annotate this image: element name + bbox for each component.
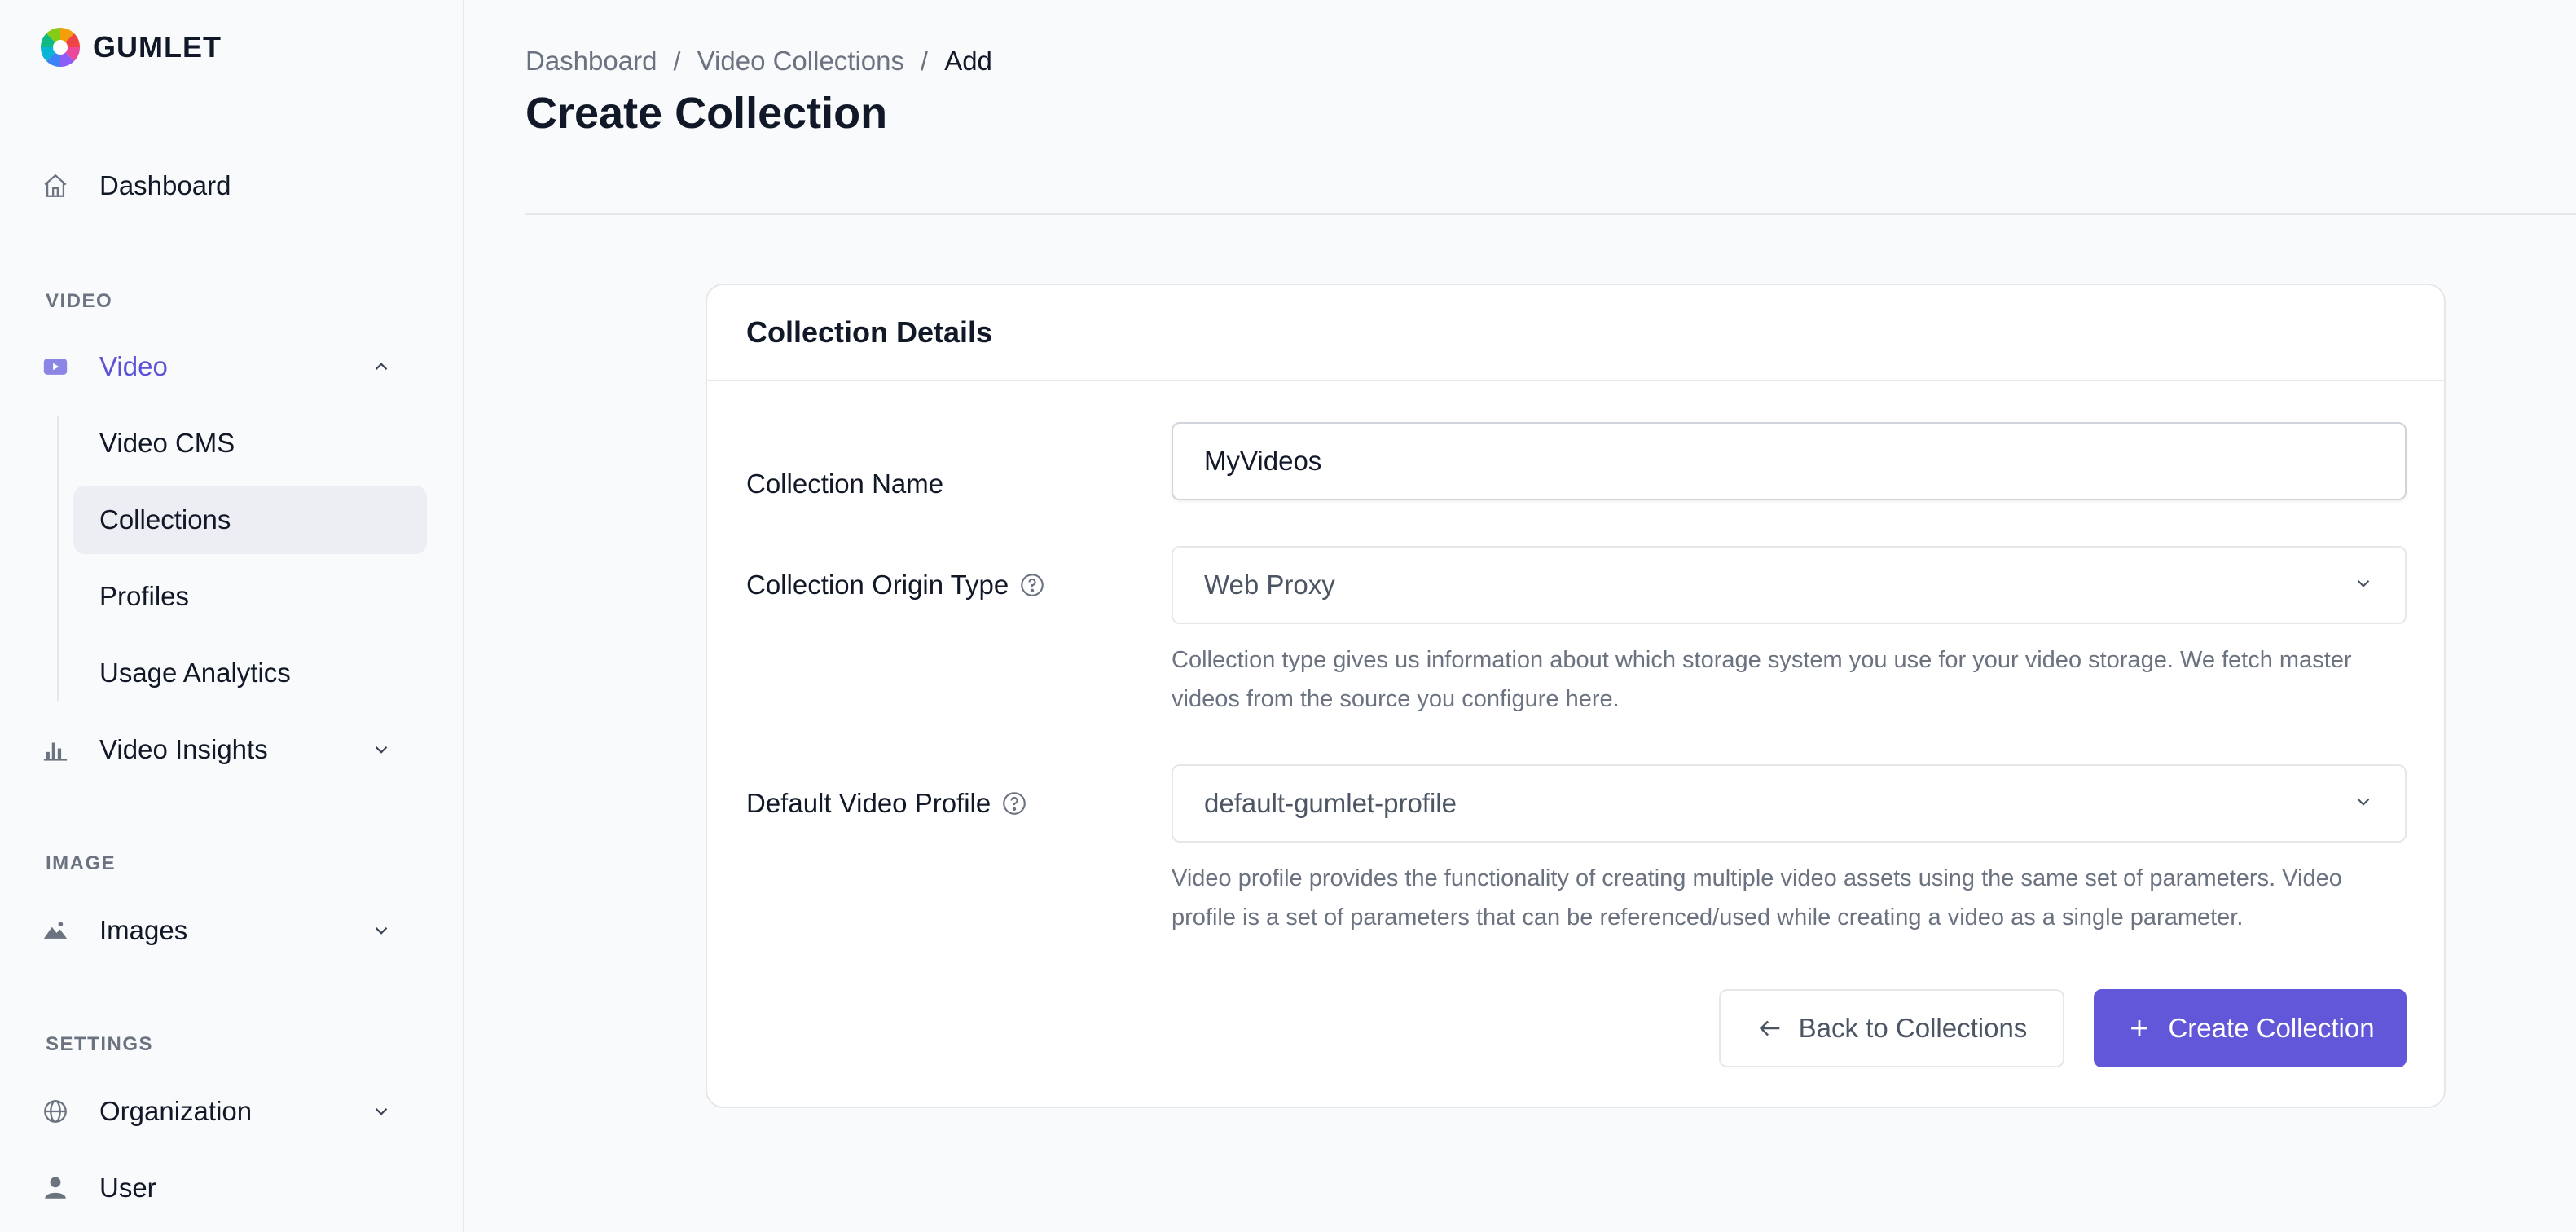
default-video-profile-help: Video profile provides the functionality… — [1172, 865, 2342, 931]
create-collection-button[interactable]: Create Collection — [2094, 989, 2407, 1067]
section-label-video: VIDEO — [46, 290, 113, 312]
sidebar-item-label: Dashboard — [99, 170, 231, 200]
default-video-profile-label-text: Default Video Profile — [746, 788, 991, 818]
default-video-profile-label: Default Video Profile — [746, 764, 1028, 843]
breadcrumb-separator: / — [921, 46, 929, 76]
sidebar-item-label: Organization — [99, 1096, 253, 1126]
sidebar-item-usage-analytics[interactable]: Usage Analytics — [73, 639, 427, 707]
collection-details-card: Collection Details Collection Name Colle… — [706, 284, 2446, 1108]
create-collection-label: Create Collection — [2168, 1013, 2375, 1043]
sidebar-item-label: User — [99, 1173, 156, 1203]
sidebar-item-video-insights[interactable]: Video Insights — [39, 724, 268, 776]
collection-name-label-text: Collection Name — [746, 469, 944, 499]
sidebar-item-collections[interactable]: Collections — [73, 486, 427, 554]
chevron-down-icon[interactable] — [368, 1098, 394, 1124]
sidebar-item-images[interactable]: Images — [39, 904, 187, 957]
chevron-up-icon[interactable] — [368, 354, 394, 380]
breadcrumb-separator: / — [673, 46, 681, 76]
back-to-collections-button[interactable]: Back to Collections — [1719, 989, 2064, 1067]
help-circle-icon[interactable] — [1018, 571, 1046, 599]
collection-origin-type-label-text: Collection Origin Type — [746, 570, 1009, 600]
card-title: Collection Details — [707, 285, 2444, 381]
collection-name-label: Collection Name — [746, 445, 943, 523]
sidebar-item-profiles[interactable]: Profiles — [73, 562, 427, 631]
collection-name-input[interactable] — [1172, 422, 2407, 500]
bar-chart-icon — [39, 733, 72, 766]
collection-origin-type-label: Collection Origin Type — [746, 546, 1046, 624]
breadcrumb-current: Add — [944, 46, 992, 76]
breadcrumb-video-collections[interactable]: Video Collections — [697, 46, 904, 77]
collection-origin-type-value: Web Proxy — [1204, 570, 1335, 600]
sidebar-item-organization[interactable]: Organization — [39, 1085, 252, 1137]
video-play-icon — [39, 350, 72, 383]
collection-origin-type-select[interactable]: Web Proxy — [1172, 546, 2407, 624]
page-title: Create Collection — [525, 89, 888, 138]
sidebar-item-video-cms[interactable]: Video CMS — [73, 409, 427, 477]
section-label-settings: SETTINGS — [46, 1033, 154, 1055]
plus-icon — [2125, 1014, 2153, 1042]
subnav-line — [57, 416, 59, 701]
back-to-collections-label: Back to Collections — [1798, 1013, 2028, 1043]
logo[interactable]: GUMLET — [39, 26, 222, 68]
header-divider — [525, 213, 2576, 215]
sidebar-item-label: Video — [99, 351, 168, 381]
section-label-image: IMAGE — [46, 852, 116, 874]
sidebar: GUMLET Dashboard VIDEO Video Video CMS C… — [0, 0, 464, 1232]
gumlet-logo-icon — [40, 27, 81, 68]
chevron-down-icon — [2353, 788, 2374, 819]
breadcrumb-dashboard[interactable]: Dashboard — [525, 46, 657, 77]
collection-origin-type-help: Collection type gives us information abo… — [1172, 647, 2352, 712]
sidebar-item-video[interactable]: Video — [39, 341, 168, 393]
sidebar-item-user[interactable]: User — [39, 1162, 156, 1214]
chevron-down-icon[interactable] — [368, 917, 394, 944]
default-video-profile-value: default-gumlet-profile — [1204, 788, 1457, 818]
chevron-down-icon — [2353, 570, 2374, 601]
logo-text: GUMLET — [93, 30, 222, 64]
mountain-image-icon — [39, 914, 72, 947]
help-circle-icon[interactable] — [1000, 790, 1028, 817]
chevron-down-icon[interactable] — [368, 737, 394, 763]
user-icon — [39, 1172, 72, 1204]
arrow-left-icon — [1756, 1014, 1784, 1042]
globe-icon — [39, 1095, 72, 1128]
home-icon — [39, 169, 72, 202]
sidebar-item-label: Images — [99, 915, 188, 945]
default-video-profile-select[interactable]: default-gumlet-profile — [1172, 764, 2407, 843]
app-root: GUMLET Dashboard VIDEO Video Video CMS C… — [0, 0, 2576, 1232]
sidebar-item-dashboard[interactable]: Dashboard — [39, 160, 231, 212]
breadcrumb: Dashboard / Video Collections / Add — [525, 46, 992, 77]
sidebar-item-label: Video Insights — [99, 734, 268, 764]
